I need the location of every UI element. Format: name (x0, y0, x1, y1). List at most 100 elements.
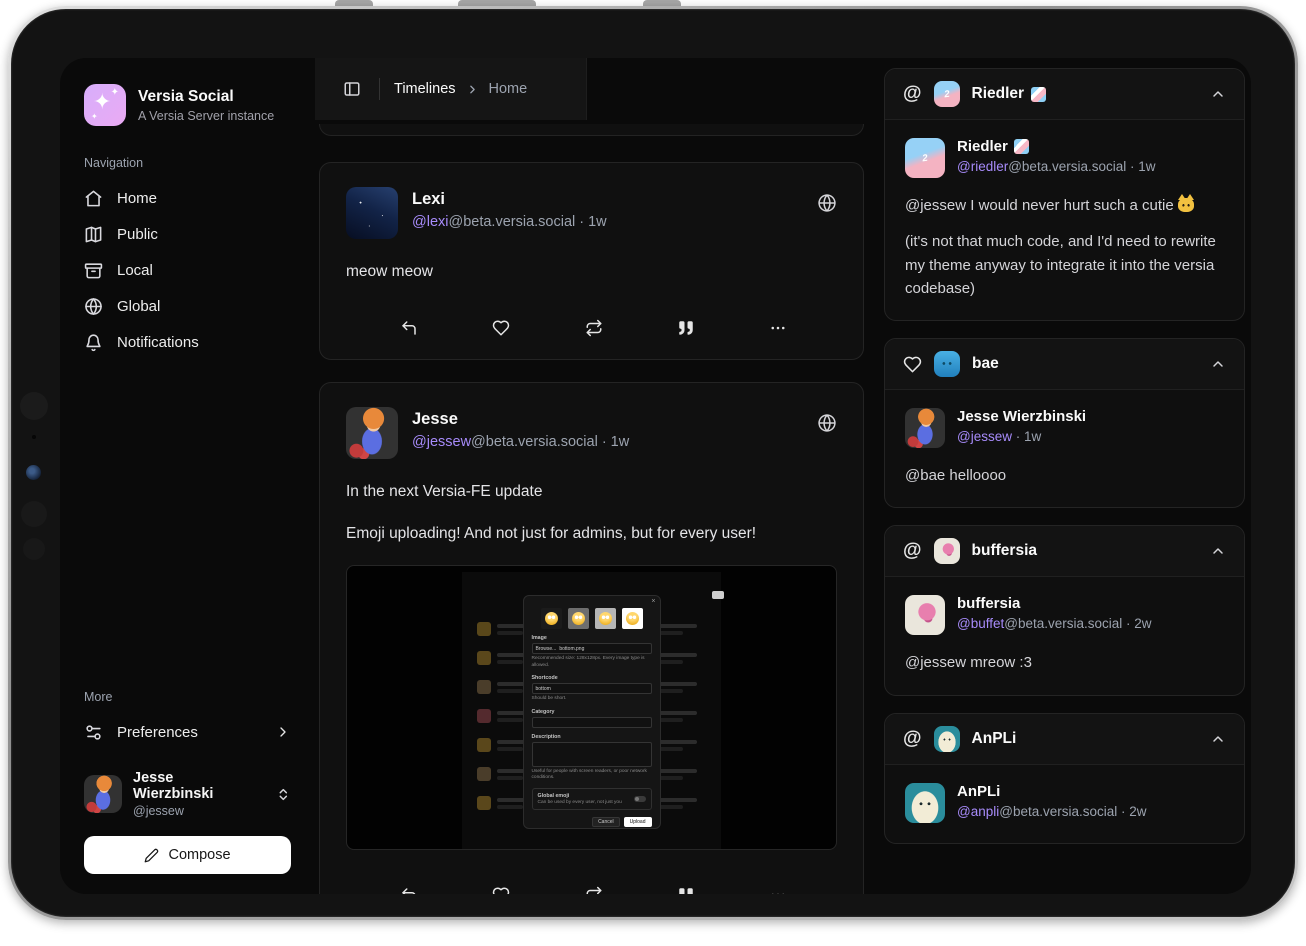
breadcrumb-timelines[interactable]: Timelines (394, 81, 456, 97)
like-button[interactable] (488, 882, 514, 894)
chevron-right-icon (275, 724, 291, 740)
sidebar-toggle-button[interactable] (339, 76, 365, 102)
notification-post[interactable]: Jesse Wierzbinski @jessew · 1w @bae hell… (885, 390, 1244, 507)
action-bar (346, 882, 837, 894)
handle-user: @riedler (957, 159, 1008, 174)
reply-button[interactable] (396, 882, 422, 894)
map-icon (84, 225, 103, 244)
notification-header[interactable]: @ AnPLi (885, 714, 1244, 765)
post-content: @jessew mreow :3 (905, 651, 1224, 674)
post-author-handle[interactable]: @buffet@beta.versia.social · 2w (957, 616, 1152, 631)
post-author-name[interactable]: Riedler (957, 138, 1008, 155)
more-button[interactable] (765, 315, 791, 341)
quote-button[interactable] (673, 882, 699, 894)
partial-post-card[interactable] (319, 124, 864, 136)
notification-header[interactable]: bae (885, 339, 1244, 390)
post-author-name[interactable]: Lexi (412, 190, 607, 209)
tablet-bezel: ✦✦✦ Versia Social A Versia Server instan… (11, 9, 1295, 917)
post-avatar[interactable] (905, 138, 945, 178)
chevron-up-icon[interactable] (1210, 86, 1226, 102)
image-hint: Recommended size: 128x128px. Every image… (532, 656, 652, 669)
handle-domain: @beta.versia.social (448, 214, 575, 230)
account-handle: @jessew (133, 804, 254, 818)
global-emoji-label: Global emoji (538, 793, 630, 799)
notification-avatar (934, 81, 960, 107)
post-content: (it's not that much code, and I'd need t… (905, 230, 1224, 300)
reply-button[interactable] (396, 315, 422, 341)
sidebar-item-local[interactable]: Local (84, 252, 291, 288)
post-avatar[interactable] (346, 187, 398, 239)
quote-button[interactable] (673, 315, 699, 341)
notification-card: bae Jesse Wierzbinski @jessew · 1w @b (884, 338, 1245, 508)
sidebar-item-global[interactable]: Global (84, 288, 291, 324)
main-header: Timelines Home (315, 58, 884, 120)
more-section-label: More (84, 690, 291, 704)
notification-header[interactable]: @ Riedler (885, 69, 1244, 120)
notification-header[interactable]: @ buffersia (885, 526, 1244, 577)
mention-at-icon: @ (903, 83, 922, 105)
post-avatar[interactable] (905, 408, 945, 448)
tablet-frame: ✦✦✦ Versia Social A Versia Server instan… (8, 6, 1298, 920)
preferences-item[interactable]: Preferences (84, 714, 291, 750)
shortcode-label: Shortcode (532, 675, 652, 681)
post-image-embed[interactable]: × Image Browse...bottom.png Recommended … (346, 565, 837, 850)
post-author-handle[interactable]: @riedler@beta.versia.social · 1w (957, 159, 1156, 174)
compose-button[interactable]: Compose (84, 836, 291, 874)
timeline-feed[interactable]: Lexi @lexi@beta.versia.social · 1w meow … (315, 120, 884, 894)
post-avatar[interactable] (905, 783, 945, 823)
notification-title: bae (972, 355, 999, 373)
notification-avatar (934, 538, 960, 564)
brand[interactable]: ✦✦✦ Versia Social A Versia Server instan… (84, 84, 291, 126)
home-icon (84, 189, 103, 208)
sidebar-item-label: Home (117, 190, 157, 207)
avatar (84, 775, 122, 813)
action-bar (346, 315, 837, 341)
post-author-handle[interactable]: @jessew · 1w (957, 429, 1086, 444)
more-button[interactable] (765, 882, 791, 894)
post-author-handle[interactable]: @lexi@beta.versia.social · 1w (412, 214, 607, 230)
quote-icon (677, 319, 695, 337)
sidebar-item-label: Public (117, 226, 158, 243)
shortcode-input: bottom (532, 683, 652, 694)
post-card[interactable]: Lexi @lexi@beta.versia.social · 1w meow … (319, 162, 864, 360)
handle-user: @jessew (412, 434, 471, 450)
post-author-handle[interactable]: @anpli@beta.versia.social · 2w (957, 804, 1147, 819)
cube-emoji (1031, 87, 1046, 102)
notification-title: buffersia (972, 542, 1037, 560)
visibility-globe-icon (817, 193, 837, 213)
notification-post[interactable]: Riedler @riedler@beta.versia.social · 1w… (885, 120, 1244, 320)
post-author-name[interactable]: AnPLi (957, 783, 1000, 800)
notification-post[interactable]: buffersia @buffet@beta.versia.social · 2… (885, 577, 1244, 694)
chevron-up-icon[interactable] (1210, 731, 1226, 747)
notification-post[interactable]: AnPLi @anpli@beta.versia.social · 2w (885, 765, 1244, 843)
repeat-icon (585, 319, 603, 337)
handle-user: @buffet (957, 616, 1004, 631)
compose-label: Compose (168, 847, 230, 863)
screen: ✦✦✦ Versia Social A Versia Server instan… (60, 58, 1251, 894)
chevron-up-icon[interactable] (1210, 543, 1226, 559)
sidebar-item-notifications[interactable]: Notifications (84, 324, 291, 360)
category-label: Category (532, 709, 652, 715)
boost-button[interactable] (581, 882, 607, 894)
post-author-name[interactable]: buffersia (957, 595, 1020, 612)
post-avatar[interactable] (346, 407, 398, 459)
post-card[interactable]: Jesse @jessew@beta.versia.social · 1w In… (319, 382, 864, 894)
post-author-name[interactable]: Jesse (412, 410, 629, 429)
app-sidebar: ✦✦✦ Versia Social A Versia Server instan… (60, 58, 315, 894)
account-switcher[interactable]: Jesse Wierzbinski @jessew (84, 770, 291, 818)
post-author-name[interactable]: Jesse Wierzbinski (957, 408, 1086, 425)
sidebar-item-home[interactable]: Home (84, 180, 291, 216)
brand-title: Versia Social (138, 88, 274, 106)
breadcrumb-home[interactable]: Home (489, 81, 528, 97)
post-author-handle[interactable]: @jessew@beta.versia.social · 1w (412, 434, 629, 450)
post-avatar[interactable] (905, 595, 945, 635)
like-button[interactable] (488, 315, 514, 341)
boost-button[interactable] (581, 315, 607, 341)
reply-icon (400, 319, 418, 337)
sidebar-item-public[interactable]: Public (84, 216, 291, 252)
notification-card: @ AnPLi AnPLi @anpli@beta.versia.social … (884, 713, 1245, 844)
chevron-up-icon[interactable] (1210, 356, 1226, 372)
breadcrumb-separator-icon (466, 83, 479, 96)
heart-icon (492, 319, 510, 337)
handle-user: @anpli (957, 804, 999, 819)
